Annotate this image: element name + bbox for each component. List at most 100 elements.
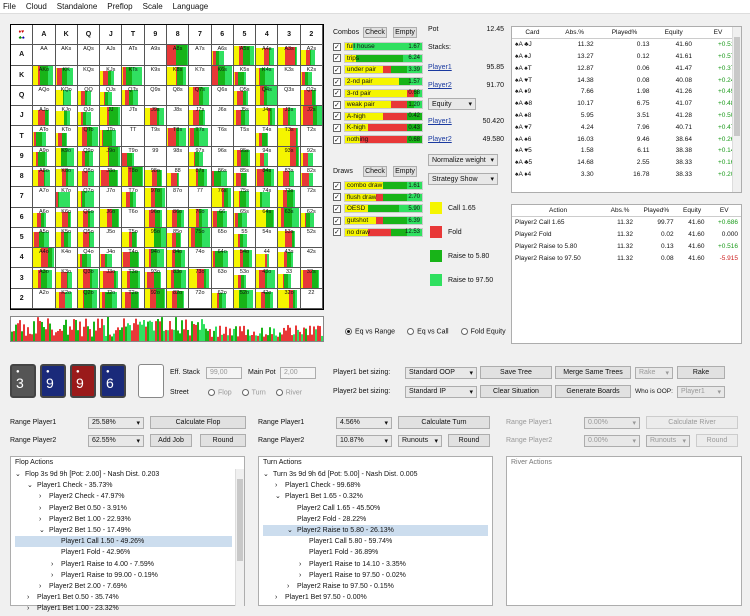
hand-cell-A3o[interactable]: A3o <box>33 268 56 289</box>
hand-cell-K8s[interactable]: K8s <box>167 65 190 86</box>
expand-right-icon[interactable]: › <box>51 559 61 570</box>
hand-cell-J5s[interactable]: J5s <box>233 106 257 127</box>
hand-cell-T3o[interactable]: T3o <box>122 268 145 289</box>
hand-cell-JJ[interactable]: JJ <box>100 106 123 127</box>
add-job-button[interactable]: Add Job <box>150 434 192 447</box>
hand-cell-A4o[interactable]: A4o <box>33 248 56 269</box>
rake-select[interactable]: Rake <box>635 366 673 379</box>
hand-cell-T6o[interactable]: T6o <box>122 207 145 228</box>
hand-cell-QQ[interactable]: QQ <box>77 85 101 107</box>
hand-cell-72o[interactable]: 72o <box>189 288 212 309</box>
hand-cell-54s[interactable]: 54s <box>256 227 279 249</box>
combos-row[interactable]: ✓ nothing 0.68 <box>333 134 423 146</box>
combos-check-button[interactable]: Check <box>363 26 387 38</box>
street-radio[interactable]: Flop <box>208 388 232 396</box>
hand-cell-K4s[interactable]: K4s <box>256 65 279 86</box>
empty-card-slot[interactable] <box>138 364 164 398</box>
draws-row[interactable]: ✓ flush draw 2.70 <box>333 192 423 204</box>
expand-down-icon[interactable]: ⌄ <box>27 480 37 491</box>
column-header[interactable]: Action <box>512 205 605 218</box>
checkbox-icon[interactable]: ✓ <box>333 112 341 121</box>
table-row[interactable]: Player2 Call 1.65 11.32 99.77 41.60 +0.686 <box>512 217 741 229</box>
draws-row[interactable]: ✓ OESD 5.90 <box>333 203 423 215</box>
expand-right-icon[interactable]: › <box>275 480 285 491</box>
hand-cell-AKo[interactable]: AKo <box>33 65 56 86</box>
flop-round-button[interactable]: Round <box>200 434 246 447</box>
hand-cell-K9s[interactable]: K9s <box>144 65 167 86</box>
hand-cell-85o[interactable]: 85o <box>167 227 190 249</box>
hand-cell-A6s[interactable]: A6s <box>211 45 234 66</box>
hand-cell-T7s[interactable]: T7s <box>189 126 212 147</box>
hand-cell-33[interactable]: 33 <box>278 268 301 289</box>
table-row[interactable]: Player2 Raise to 97.50 11.32 0.08 41.60 -5.9… <box>512 252 741 264</box>
menu-standalone[interactable]: Standalone <box>57 2 97 11</box>
hand-cell-KQs[interactable]: KQs <box>77 65 101 86</box>
generate-boards-button[interactable]: Generate Boards <box>555 385 631 398</box>
hand-cell-52o[interactable]: 52o <box>233 288 257 309</box>
hand-cell-J3s[interactable]: J3s <box>278 106 301 127</box>
hand-cell-84s[interactable]: 84s <box>256 167 279 188</box>
table-row[interactable]: ♠A ♠6 16.03 9.46 38.64 +0.264 <box>512 133 741 145</box>
hand-cell-J8o[interactable]: J8o <box>100 167 123 188</box>
expand-right-icon[interactable]: › <box>39 581 49 592</box>
hand-cell-92o[interactable]: 92o <box>144 288 167 309</box>
hand-cell-43s[interactable]: 43s <box>278 248 301 269</box>
hand-cell-87o[interactable]: 87o <box>167 187 190 208</box>
hand-cell-KK[interactable]: KK <box>55 65 78 86</box>
hand-cell-K7s[interactable]: K7s <box>189 65 212 86</box>
hand-cell-K6s[interactable]: K6s <box>211 65 234 86</box>
hand-cell-32o[interactable]: 32o <box>278 288 301 309</box>
tree-node[interactable]: › Player1 Raise to 97.50 - 0.02% <box>263 570 488 581</box>
draws-check-button[interactable]: Check <box>363 165 387 177</box>
hand-cell-62s[interactable]: 62s <box>300 207 323 228</box>
hand-cell-Q3s[interactable]: Q3s <box>278 85 301 107</box>
combos-row[interactable]: ✓ 3-rd pair 0.68 <box>333 87 423 99</box>
hand-cell-T5s[interactable]: T5s <box>233 126 257 147</box>
hand-cell-82s[interactable]: 82s <box>300 167 323 188</box>
hand-cell-Q7s[interactable]: Q7s <box>189 85 212 107</box>
hand-cell-K8o[interactable]: K8o <box>55 167 78 188</box>
player1-equity-link[interactable]: Player1 <box>428 118 452 130</box>
table-row[interactable]: ♠A ♥5 1.58 6.11 38.38 +0.144 <box>512 145 741 157</box>
tree-node[interactable]: › Player1 Raise to 4.00 - 7.59% <box>15 559 232 570</box>
checkbox-icon[interactable]: ✓ <box>333 54 341 63</box>
column-header[interactable]: Equity <box>652 27 695 40</box>
expand-down-icon[interactable]: ⌄ <box>287 525 297 536</box>
radio-icon[interactable] <box>208 388 215 396</box>
column-header[interactable]: Played% <box>635 205 677 218</box>
combos-row[interactable]: ✓ full house 1.67 <box>333 41 423 53</box>
hand-cell-Q7o[interactable]: Q7o <box>77 187 101 208</box>
hand-cell-T8s[interactable]: T8s <box>167 126 190 147</box>
expand-right-icon[interactable]: › <box>39 491 49 502</box>
combos-row[interactable]: ✓ A-high 0.42 <box>333 111 423 123</box>
hand-cell-88[interactable]: 88 <box>167 167 190 188</box>
column-header[interactable]: Abs.% <box>552 27 597 40</box>
column-header[interactable]: Abs.% <box>604 205 636 218</box>
flop-range-p2-select[interactable]: 62.55% <box>88 434 144 447</box>
hand-cell-Q9o[interactable]: Q9o <box>77 146 101 167</box>
hand-cell-A3s[interactable]: A3s <box>278 45 301 66</box>
hand-cell-53o[interactable]: 53o <box>233 268 257 289</box>
hand-cell-Q4s[interactable]: Q4s <box>256 85 279 107</box>
hand-cell-J2o[interactable]: J2o <box>100 288 123 309</box>
hand-cell-Q6s[interactable]: Q6s <box>211 85 234 107</box>
hand-cell-K5o[interactable]: K5o <box>55 227 78 249</box>
hand-cell-K9o[interactable]: K9o <box>55 146 78 167</box>
hand-cell-55[interactable]: 55 <box>233 227 257 249</box>
hand-cell-A7o[interactable]: A7o <box>33 187 56 208</box>
expand-down-icon[interactable]: ⌄ <box>39 525 49 536</box>
hand-cell-K3s[interactable]: K3s <box>278 65 301 86</box>
hand-cell-KTo[interactable]: KTo <box>55 126 78 147</box>
menu-file[interactable]: File <box>3 2 16 11</box>
hand-cell-77[interactable]: 77 <box>189 187 212 208</box>
tree-node[interactable]: › Player1 Raise to 14.10 - 3.35% <box>263 559 488 570</box>
tree-node[interactable]: › Player2 Bet 2.00 - 7.69% <box>15 581 232 592</box>
board-card[interactable]: ● 9 <box>40 364 66 398</box>
hand-cell-54o[interactable]: 54o <box>233 248 257 269</box>
turn-round-button[interactable]: Round <box>448 434 490 447</box>
hand-cell-A2o[interactable]: A2o <box>33 288 56 309</box>
hand-cell-A8o[interactable]: A8o <box>33 167 56 188</box>
clear-situation-button[interactable]: Clear Situation <box>480 385 552 398</box>
checkbox-icon[interactable]: ✓ <box>333 77 341 86</box>
board-card[interactable]: ● 3 <box>10 364 36 398</box>
